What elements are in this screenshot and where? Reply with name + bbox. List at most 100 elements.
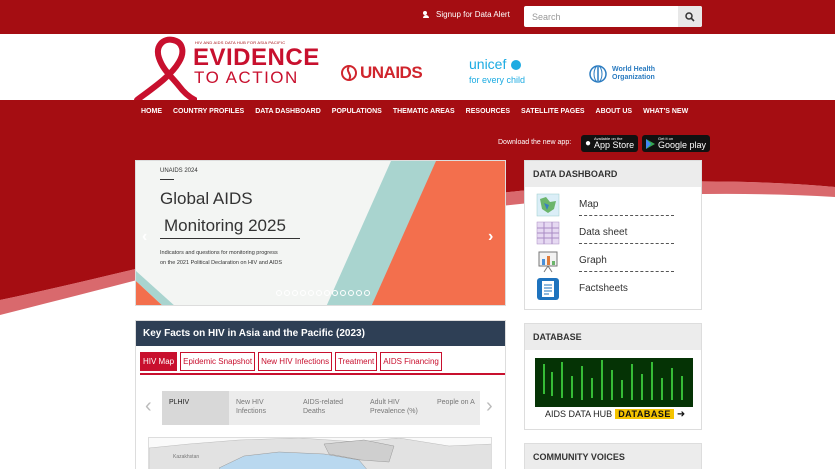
database-banner[interactable]: AIDS DATA HUB DATABASE ➜	[535, 358, 693, 421]
carousel-title-2: Monitoring 2025	[164, 216, 286, 235]
carousel-dot[interactable]	[292, 290, 298, 296]
graph-icon	[538, 251, 558, 273]
key-facts-tabs: HIV Map Epidemic Snapshot New HIV Infect…	[140, 352, 442, 371]
data-sheet-icon	[536, 221, 560, 245]
community-voices-title: COMMUNITY VOICES	[525, 444, 701, 469]
indicator-subtabs: PLHIV New HIV Infections AIDS-related De…	[162, 391, 480, 425]
map-label-kazakhstan: Kazakhstan	[173, 454, 200, 460]
data-dashboard-title: DATA DASHBOARD	[525, 161, 701, 187]
data-dashboard-panel: DATA DASHBOARD Map Data sheet Graph Fact…	[524, 160, 702, 310]
user-add-icon	[423, 10, 432, 19]
tab-treatment[interactable]: Treatment	[335, 352, 378, 371]
subtab-next-icon[interactable]: ›	[486, 395, 493, 418]
search-box	[524, 6, 702, 27]
key-facts-panel: Key Facts on HIV in Asia and the Pacific…	[135, 320, 506, 469]
red-ribbon-logo[interactable]	[133, 36, 197, 102]
search-input[interactable]	[524, 6, 678, 27]
signup-label: Signup for Data Alert	[436, 10, 510, 19]
carousel-dot[interactable]	[316, 290, 322, 296]
factsheet-icon	[537, 278, 559, 300]
nav-data-dashboard[interactable]: DATA DASHBOARD	[255, 108, 321, 115]
map-icon	[536, 193, 560, 217]
map-shapes	[149, 438, 491, 469]
carousel-dot[interactable]	[324, 290, 330, 296]
tabs-divider	[140, 373, 505, 375]
unicef-logo[interactable]: unicef for every child	[469, 56, 525, 85]
carousel-dot[interactable]	[340, 290, 346, 296]
tab-hiv-map[interactable]: HIV Map	[140, 352, 178, 371]
tab-new-hiv-infections[interactable]: New HIV Infections	[258, 352, 333, 371]
carousel-desc-1: Indicators and questions for monitoring …	[160, 250, 278, 256]
apple-icon: ●	[585, 138, 592, 149]
nav-thematic-areas[interactable]: THEMATIC AREAS	[393, 108, 455, 115]
carousel-dot[interactable]	[276, 290, 282, 296]
carousel-next-icon[interactable]: ›	[488, 228, 493, 246]
subtab-plhiv[interactable]: PLHIV	[162, 391, 229, 425]
arrow-right-icon: ➜	[676, 408, 686, 420]
carousel-dot[interactable]	[284, 290, 290, 296]
database-panel: DATABASE AIDS DATA HUB DATABASE ➜	[524, 323, 702, 430]
dashboard-item-graph[interactable]: Graph	[536, 249, 674, 273]
community-voices-panel: COMMUNITY VOICES	[524, 443, 702, 469]
tab-epidemic-snapshot[interactable]: Epidemic Snapshot	[180, 352, 256, 371]
who-line-1: World Health	[612, 66, 656, 73]
search-icon	[685, 11, 695, 22]
carousel-divider	[160, 179, 174, 180]
hiv-map[interactable]: Kazakhstan	[148, 437, 492, 469]
carousel-dot[interactable]	[348, 290, 354, 296]
carousel-dot[interactable]	[300, 290, 306, 296]
unaids-logo[interactable]: UNAIDS	[340, 63, 423, 83]
carousel-title-1: Global AIDS	[160, 189, 253, 208]
carousel-dot[interactable]	[356, 290, 362, 296]
who-logo[interactable]: World Health Organization	[588, 64, 655, 84]
database-banner-text: AIDS DATA HUB	[545, 409, 613, 419]
nav-satellite-pages[interactable]: SATELLITE PAGES	[521, 108, 585, 115]
key-facts-title: Key Facts on HIV in Asia and the Pacific…	[136, 321, 505, 346]
hero-carousel[interactable]: UNAIDS 2024 Global AIDS Monitoring 2025 …	[135, 160, 506, 306]
unicef-text: unicef	[469, 56, 507, 72]
download-app-label: Download the new app:	[498, 139, 572, 146]
google-play-icon	[646, 138, 655, 149]
top-bar: Signup for Data Alert	[0, 0, 835, 34]
main-nav: HOME COUNTRY PROFILES DATA DASHBOARD POP…	[0, 100, 835, 125]
carousel-tag: UNAIDS 2024	[160, 168, 198, 174]
logo-band: HIV AND AIDS DATA HUB FOR ASIA PACIFIC E…	[0, 34, 835, 102]
dashboard-item-factsheets[interactable]: Factsheets	[536, 277, 628, 301]
subtab-prev-icon[interactable]: ‹	[145, 395, 152, 418]
nav-home[interactable]: HOME	[141, 108, 162, 115]
who-line-2: Organization	[612, 74, 655, 81]
tab-aids-financing[interactable]: AIDS Financing	[380, 352, 442, 371]
carousel-underline	[160, 238, 300, 239]
nav-resources[interactable]: RESOURCES	[466, 108, 510, 115]
unaids-emblem-icon	[341, 65, 357, 81]
subtab-new-hiv-infections[interactable]: New HIV Infections	[229, 391, 296, 425]
nav-populations[interactable]: POPULATIONS	[332, 108, 382, 115]
app-store-button[interactable]: ● Available on the App Store	[581, 135, 639, 152]
carousel-desc-2: on the 2021 Political Declaration on HIV…	[160, 260, 282, 266]
matrix-graphic	[535, 358, 693, 407]
database-banner-badge: DATABASE	[615, 409, 674, 419]
subtab-people-on-art[interactable]: People on A	[430, 391, 480, 425]
search-button[interactable]	[678, 6, 702, 27]
unicef-tagline: for every child	[469, 75, 526, 85]
nav-country-profiles[interactable]: COUNTRY PROFILES	[173, 108, 244, 115]
database-title: DATABASE	[525, 324, 701, 350]
dashboard-item-data-sheet[interactable]: Data sheet	[536, 221, 674, 245]
subtab-adult-hiv-prevalence[interactable]: Adult HIV Prevalence (%)	[363, 391, 430, 425]
google-play-button[interactable]: Get it on Google play	[642, 135, 711, 152]
who-emblem-icon	[589, 65, 607, 83]
nav-whats-new[interactable]: WHAT'S NEW	[643, 108, 688, 115]
subtab-aids-related-deaths[interactable]: AIDS-related Deaths	[296, 391, 363, 425]
carousel-prev-icon[interactable]: ‹	[142, 228, 147, 246]
signup-data-alert-link[interactable]: Signup for Data Alert	[423, 10, 510, 19]
carousel-dot[interactable]	[332, 290, 338, 296]
eta-title: EVIDENCE	[193, 44, 320, 71]
unaids-text: UNAIDS	[360, 63, 423, 82]
dashboard-item-map[interactable]: Map	[536, 193, 674, 217]
eta-subtitle: TO ACTION	[194, 68, 299, 87]
carousel-dot[interactable]	[308, 290, 314, 296]
nav-about-us[interactable]: ABOUT US	[596, 108, 633, 115]
carousel-dot[interactable]	[364, 290, 370, 296]
carousel-indicators	[276, 290, 370, 296]
unicef-globe-icon	[510, 60, 521, 70]
